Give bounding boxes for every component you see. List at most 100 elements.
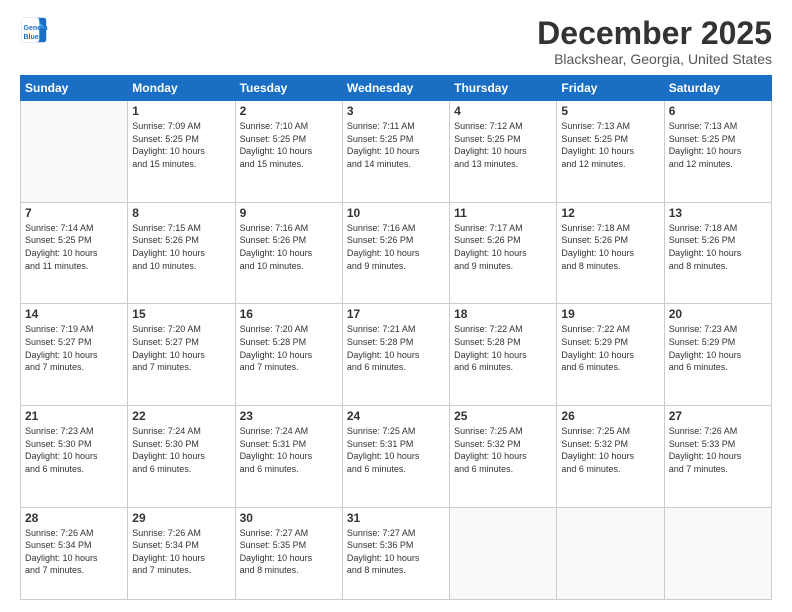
logo-icon: General Blue — [20, 16, 48, 44]
day-number: 23 — [240, 409, 338, 423]
table-row: 19 Sunrise: 7:22 AMSunset: 5:29 PMDayligh… — [557, 304, 664, 406]
day-number: 11 — [454, 206, 552, 220]
day-info: Sunrise: 7:25 AMSunset: 5:32 PMDaylight:… — [561, 425, 659, 475]
day-info: Sunrise: 7:26 AMSunset: 5:34 PMDaylight:… — [25, 527, 123, 577]
table-row: 3 Sunrise: 7:11 AMSunset: 5:25 PMDaylight… — [342, 101, 449, 203]
day-info: Sunrise: 7:14 AMSunset: 5:25 PMDaylight:… — [25, 222, 123, 272]
day-number: 1 — [132, 104, 230, 118]
table-row: 27 Sunrise: 7:26 AMSunset: 5:33 PMDayligh… — [664, 406, 771, 508]
day-number: 18 — [454, 307, 552, 321]
day-number: 14 — [25, 307, 123, 321]
day-info: Sunrise: 7:13 AMSunset: 5:25 PMDaylight:… — [561, 120, 659, 170]
table-row: 11 Sunrise: 7:17 AMSunset: 5:26 PMDayligh… — [450, 202, 557, 304]
day-info: Sunrise: 7:17 AMSunset: 5:26 PMDaylight:… — [454, 222, 552, 272]
day-number: 22 — [132, 409, 230, 423]
col-tuesday: Tuesday — [235, 76, 342, 101]
day-number: 29 — [132, 511, 230, 525]
day-info: Sunrise: 7:15 AMSunset: 5:26 PMDaylight:… — [132, 222, 230, 272]
table-row: 13 Sunrise: 7:18 AMSunset: 5:26 PMDayligh… — [664, 202, 771, 304]
logo: General Blue — [20, 16, 48, 44]
table-row — [557, 507, 664, 599]
table-row: 23 Sunrise: 7:24 AMSunset: 5:31 PMDayligh… — [235, 406, 342, 508]
day-info: Sunrise: 7:20 AMSunset: 5:27 PMDaylight:… — [132, 323, 230, 373]
table-row: 4 Sunrise: 7:12 AMSunset: 5:25 PMDaylight… — [450, 101, 557, 203]
day-info: Sunrise: 7:11 AMSunset: 5:25 PMDaylight:… — [347, 120, 445, 170]
day-number: 6 — [669, 104, 767, 118]
table-row: 18 Sunrise: 7:22 AMSunset: 5:28 PMDayligh… — [450, 304, 557, 406]
col-friday: Friday — [557, 76, 664, 101]
day-number: 21 — [25, 409, 123, 423]
svg-text:General: General — [24, 25, 49, 32]
day-number: 9 — [240, 206, 338, 220]
day-info: Sunrise: 7:26 AMSunset: 5:34 PMDaylight:… — [132, 527, 230, 577]
day-info: Sunrise: 7:16 AMSunset: 5:26 PMDaylight:… — [347, 222, 445, 272]
day-info: Sunrise: 7:22 AMSunset: 5:29 PMDaylight:… — [561, 323, 659, 373]
table-row: 8 Sunrise: 7:15 AMSunset: 5:26 PMDaylight… — [128, 202, 235, 304]
table-row: 10 Sunrise: 7:16 AMSunset: 5:26 PMDayligh… — [342, 202, 449, 304]
day-number: 8 — [132, 206, 230, 220]
table-row: 28 Sunrise: 7:26 AMSunset: 5:34 PMDayligh… — [21, 507, 128, 599]
month-title: December 2025 — [537, 16, 772, 51]
day-number: 13 — [669, 206, 767, 220]
day-number: 25 — [454, 409, 552, 423]
page: General Blue December 2025 Blackshear, G… — [0, 0, 792, 612]
col-sunday: Sunday — [21, 76, 128, 101]
table-row: 25 Sunrise: 7:25 AMSunset: 5:32 PMDayligh… — [450, 406, 557, 508]
day-info: Sunrise: 7:25 AMSunset: 5:32 PMDaylight:… — [454, 425, 552, 475]
table-row: 17Sunrise: 7:21 AMSunset: 5:28 PMDayligh… — [342, 304, 449, 406]
day-number: 10 — [347, 206, 445, 220]
calendar-table: Sunday Monday Tuesday Wednesday Thursday… — [20, 75, 772, 600]
table-row: 5Sunrise: 7:13 AMSunset: 5:25 PMDaylight… — [557, 101, 664, 203]
table-row — [21, 101, 128, 203]
table-row: 15 Sunrise: 7:20 AMSunset: 5:27 PMDayligh… — [128, 304, 235, 406]
day-info: Sunrise: 7:10 AMSunset: 5:25 PMDaylight:… — [240, 120, 338, 170]
col-saturday: Saturday — [664, 76, 771, 101]
table-row: 6 Sunrise: 7:13 AMSunset: 5:25 PMDaylight… — [664, 101, 771, 203]
day-number: 24 — [347, 409, 445, 423]
table-row: 30Sunrise: 7:27 AMSunset: 5:35 PMDayligh… — [235, 507, 342, 599]
svg-text:Blue: Blue — [24, 34, 39, 41]
header: General Blue December 2025 Blackshear, G… — [20, 16, 772, 67]
day-number: 12 — [561, 206, 659, 220]
table-row — [450, 507, 557, 599]
table-row: 7 Sunrise: 7:14 AMSunset: 5:25 PMDaylight… — [21, 202, 128, 304]
day-info: Sunrise: 7:23 AMSunset: 5:30 PMDaylight:… — [25, 425, 123, 475]
col-wednesday: Wednesday — [342, 76, 449, 101]
col-thursday: Thursday — [450, 76, 557, 101]
location: Blackshear, Georgia, United States — [537, 51, 772, 67]
day-number: 19 — [561, 307, 659, 321]
day-info: Sunrise: 7:27 AMSunset: 5:36 PMDaylight:… — [347, 527, 445, 577]
col-monday: Monday — [128, 76, 235, 101]
table-row: 2 Sunrise: 7:10 AMSunset: 5:25 PMDaylight… — [235, 101, 342, 203]
day-info: Sunrise: 7:27 AMSunset: 5:35 PMDaylight:… — [240, 527, 338, 577]
day-info: Sunrise: 7:18 AMSunset: 5:26 PMDaylight:… — [669, 222, 767, 272]
day-number: 7 — [25, 206, 123, 220]
day-number: 20 — [669, 307, 767, 321]
day-number: 16 — [240, 307, 338, 321]
day-info: Sunrise: 7:19 AMSunset: 5:27 PMDaylight:… — [25, 323, 123, 373]
day-number: 31 — [347, 511, 445, 525]
day-info: Sunrise: 7:12 AMSunset: 5:25 PMDaylight:… — [454, 120, 552, 170]
day-info: Sunrise: 7:16 AMSunset: 5:26 PMDaylight:… — [240, 222, 338, 272]
day-number: 2 — [240, 104, 338, 118]
day-number: 3 — [347, 104, 445, 118]
day-info: Sunrise: 7:24 AMSunset: 5:31 PMDaylight:… — [240, 425, 338, 475]
day-info: Sunrise: 7:13 AMSunset: 5:25 PMDaylight:… — [669, 120, 767, 170]
calendar-header-row: Sunday Monday Tuesday Wednesday Thursday… — [21, 76, 772, 101]
table-row: 22Sunrise: 7:24 AMSunset: 5:30 PMDayligh… — [128, 406, 235, 508]
title-block: December 2025 Blackshear, Georgia, Unite… — [537, 16, 772, 67]
day-number: 26 — [561, 409, 659, 423]
table-row: 1 Sunrise: 7:09 AMSunset: 5:25 PMDaylight… — [128, 101, 235, 203]
day-number: 4 — [454, 104, 552, 118]
day-number: 15 — [132, 307, 230, 321]
day-info: Sunrise: 7:18 AMSunset: 5:26 PMDaylight:… — [561, 222, 659, 272]
table-row: 31 Sunrise: 7:27 AMSunset: 5:36 PMDayligh… — [342, 507, 449, 599]
day-info: Sunrise: 7:20 AMSunset: 5:28 PMDaylight:… — [240, 323, 338, 373]
day-number: 28 — [25, 511, 123, 525]
day-number: 27 — [669, 409, 767, 423]
table-row — [664, 507, 771, 599]
table-row: 20Sunrise: 7:23 AMSunset: 5:29 PMDayligh… — [664, 304, 771, 406]
day-info: Sunrise: 7:22 AMSunset: 5:28 PMDaylight:… — [454, 323, 552, 373]
day-info: Sunrise: 7:26 AMSunset: 5:33 PMDaylight:… — [669, 425, 767, 475]
day-info: Sunrise: 7:09 AMSunset: 5:25 PMDaylight:… — [132, 120, 230, 170]
